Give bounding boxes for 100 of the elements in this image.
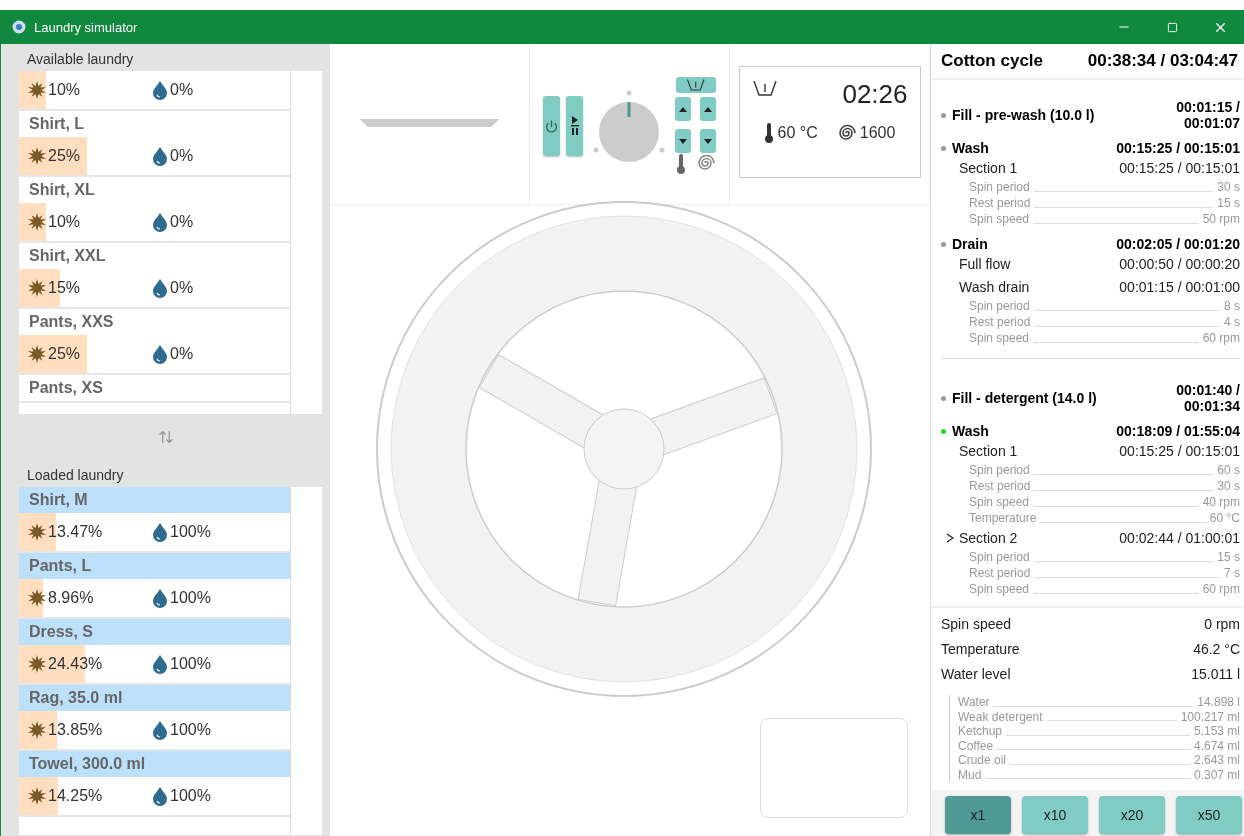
thermometer-icon <box>676 153 686 175</box>
section-time: 00:02:44 / 01:00:01 <box>1119 529 1240 546</box>
param-value: 60 s <box>1217 462 1240 478</box>
laundry-item[interactable]: Towel, 300.0 ml 14.25% 100% <box>19 751 290 817</box>
splat-icon <box>27 278 47 298</box>
laundry-name: Dress, S <box>19 619 290 645</box>
prewash-basin-icon <box>685 78 706 92</box>
section-name: Full flow <box>959 255 1012 272</box>
splat-icon <box>27 146 47 166</box>
param-label: Temperature <box>969 510 1037 526</box>
swap-icon[interactable] <box>157 429 174 445</box>
speed-button[interactable]: x10 <box>1022 796 1088 834</box>
water-drop-icon <box>151 146 169 166</box>
laundry-item[interactable]: Shirt, XXL 15% 0% <box>19 243 290 309</box>
content-label: Coffee <box>958 738 994 753</box>
spin-down-button[interactable] <box>700 129 716 153</box>
reading-value: 0 rpm <box>1204 616 1240 634</box>
filter-door[interactable] <box>760 718 908 818</box>
laundry-item[interactable]: Shirt, M 13.47% 100% <box>19 487 290 553</box>
splat-icon <box>27 588 47 608</box>
stage-name: Fill - pre-wash (10.0 l) <box>952 107 1095 123</box>
section-time: 00:15:25 / 00:15:01 <box>1119 442 1240 459</box>
maximize-icon <box>1166 21 1178 33</box>
stage-time: 00:01:40 / 00:01:34 <box>1175 382 1240 414</box>
water-drop-icon <box>151 212 169 232</box>
laundry-item[interactable]: Shirt, L 25% 0% <box>19 111 290 177</box>
content-value: 4.674 ml <box>1193 738 1240 753</box>
content-label: Ketchup <box>958 724 1003 739</box>
water-drop-icon <box>151 786 169 806</box>
section-time: 00:15:25 / 00:15:01 <box>1119 159 1240 176</box>
wetness-value: 100% <box>170 787 211 805</box>
spiral-icon <box>695 153 715 173</box>
water-drop-icon <box>151 720 169 740</box>
content-value: 0.307 ml <box>1193 767 1240 782</box>
spin-up-button[interactable] <box>700 97 716 121</box>
stage-name: Fill - detergent (14.0 l) <box>952 390 1097 406</box>
wetness-value: 0% <box>170 81 194 99</box>
param-label: Spin period <box>969 549 1030 565</box>
stage-name: Drain <box>952 236 988 252</box>
dirt-value: 25% <box>48 147 81 165</box>
power-button[interactable] <box>543 96 560 156</box>
prewash-basin-icon <box>751 79 778 97</box>
speed-button[interactable]: x20 <box>1099 796 1165 834</box>
wetness-value: 0% <box>170 279 194 297</box>
reading-label: Water level <box>941 666 1011 684</box>
laundry-item[interactable]: Pants, L 8.96% 100% <box>19 553 290 619</box>
laundry-item[interactable]: Shirt, XL 10% 0% <box>19 177 290 243</box>
play-pause-icon <box>570 116 579 136</box>
param-label: Spin period <box>969 462 1030 478</box>
splat-icon <box>27 654 47 674</box>
param-value: 60 rpm <box>1202 581 1240 597</box>
dirt-value: 15% <box>48 279 81 297</box>
param-label: Spin speed <box>969 581 1030 597</box>
speed-button[interactable]: x1 <box>945 796 1011 834</box>
prewash-button[interactable] <box>675 77 716 93</box>
wetness-value: 0% <box>170 147 194 165</box>
param-value: 40 rpm <box>1202 494 1240 510</box>
stage-time: 00:02:05 / 00:01:20 <box>1115 236 1240 252</box>
speed-button[interactable]: x50 <box>1176 796 1242 834</box>
laundry-item[interactable]: Pants, XXS 25% 0% <box>19 309 290 375</box>
dirt-value: 10% <box>48 81 81 99</box>
laundry-name: Shirt, M <box>19 487 290 513</box>
wetness-value: 0% <box>170 213 194 231</box>
laundry-item[interactable]: Rag, 35.0 ml 13.85% 100% <box>19 685 290 751</box>
param-value: 30 s <box>1217 179 1240 195</box>
dirt-value: 25% <box>48 345 81 363</box>
param-value: 15 s <box>1217 549 1240 565</box>
laundry-item[interactable]: Pants, XS <box>19 375 290 403</box>
display-temperature: 60 °C <box>777 124 818 142</box>
param-value: 60 °C <box>1209 510 1240 526</box>
thermometer-icon <box>763 122 774 144</box>
param-value: 8 s <box>1224 298 1240 314</box>
laundry-name: Towel, 300.0 ml <box>19 751 290 777</box>
param-label: Spin speed <box>969 494 1030 510</box>
laundry-item[interactable]: Dress, S 24.43% 100% <box>19 619 290 685</box>
water-drop-icon <box>151 80 169 100</box>
section-name: Section 1 <box>959 159 1019 176</box>
param-label: Rest period <box>969 565 1031 581</box>
stage-time: 00:18:09 / 01:55:04 <box>1115 423 1240 439</box>
laundry-name: Rag, 35.0 ml <box>19 685 290 711</box>
wetness-value: 100% <box>170 655 211 673</box>
water-drop-icon <box>151 588 169 608</box>
app-icon <box>12 20 26 34</box>
param-label: Rest period <box>969 195 1031 211</box>
stage-time: 00:15:25 / 00:15:01 <box>1115 140 1240 156</box>
temperature-up-button[interactable] <box>675 97 691 121</box>
dirt-value: 13.47% <box>48 523 103 541</box>
water-drop-icon <box>151 522 169 542</box>
temperature-down-button[interactable] <box>675 129 691 153</box>
param-label: Spin period <box>969 298 1030 314</box>
cycle-time: 00:38:34 / 03:04:47 <box>1087 51 1238 71</box>
section-name: Wash drain <box>959 278 1031 295</box>
display-spin: 1600 <box>859 124 896 142</box>
down-arrow-icon <box>704 138 712 144</box>
play-pause-button[interactable] <box>566 96 583 156</box>
splat-icon <box>27 720 47 740</box>
reading-value: 15.011 l <box>1191 666 1240 684</box>
splat-icon <box>27 212 47 232</box>
up-arrow-icon <box>704 106 712 112</box>
section-time: 00:01:15 / 00:01:00 <box>1119 278 1240 295</box>
